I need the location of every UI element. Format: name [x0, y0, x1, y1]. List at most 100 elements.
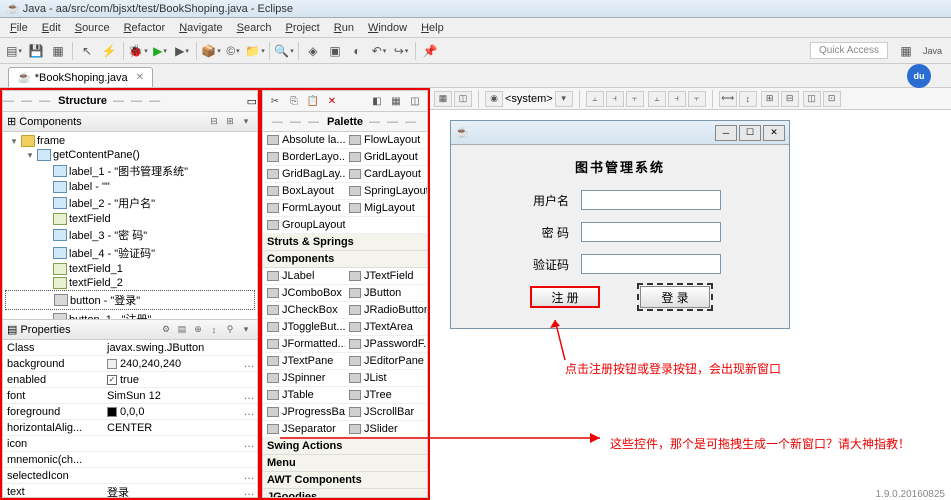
tree-item[interactable]: button - "登录" [5, 290, 255, 310]
quick-access[interactable]: Quick Access [810, 42, 888, 59]
center-h-icon[interactable]: ◫ [803, 91, 821, 107]
palette-category[interactable]: Menu [263, 455, 427, 472]
minimize-icon[interactable]: ─ [715, 125, 737, 141]
menu-run[interactable]: Run [328, 20, 360, 36]
baidu-icon[interactable]: du [907, 64, 931, 88]
menu-navigate[interactable]: Navigate [173, 20, 228, 36]
palette-item[interactable]: JTextArea [345, 319, 427, 336]
palette-item[interactable]: JToggleBut... [263, 319, 345, 336]
maximize-icon[interactable]: ☐ [739, 125, 761, 141]
palette-list[interactable]: Absolute la...FlowLayoutBorderLayo...Gri… [262, 132, 428, 498]
property-row[interactable]: icon… [3, 436, 257, 452]
tb-icon-1[interactable]: ◈ [303, 41, 323, 61]
tb-icon-5[interactable]: ↪ [391, 41, 411, 61]
pass-input[interactable] [581, 222, 721, 242]
register-button[interactable]: 注 册 [530, 286, 600, 308]
palette-item[interactable]: JTable [263, 387, 345, 404]
property-row[interactable]: foreground0,0,0… [3, 404, 257, 420]
palette-item[interactable]: JTree [345, 387, 427, 404]
wand-icon[interactable]: ⚡ [99, 41, 119, 61]
palette-item[interactable]: JCheckBox [263, 302, 345, 319]
t1-icon[interactable]: ◧ [369, 93, 385, 109]
tree-item[interactable]: ▾frame [5, 134, 255, 148]
component-tree[interactable]: ▾frame▾getContentPane()label_1 - "图书管理系统… [2, 132, 258, 320]
palette-item[interactable]: JEditorPane [345, 353, 427, 370]
tb-icon-4[interactable]: ↶ [369, 41, 389, 61]
p2-icon[interactable]: ▤ [175, 323, 189, 337]
property-row[interactable]: text登录… [3, 484, 257, 498]
palette-category[interactable]: JGoodies [263, 489, 427, 498]
tree-item[interactable]: label_1 - "图书管理系统" [5, 162, 255, 180]
new-pkg-button[interactable]: 📦 [201, 41, 221, 61]
editor-tab[interactable]: ☕ *BookShoping.java ✕ [8, 67, 153, 87]
p4-icon[interactable]: ↕ [207, 323, 221, 337]
menu-edit[interactable]: Edit [36, 20, 67, 36]
palette-item[interactable] [345, 217, 427, 234]
min-icon[interactable]: ▭ [247, 95, 257, 108]
menu-search[interactable]: Search [231, 20, 278, 36]
ct-sys-icon[interactable]: ◉ [485, 91, 503, 107]
align-t-icon[interactable]: ⫠ [648, 91, 666, 107]
login-button[interactable]: 登 录 [640, 286, 710, 308]
property-row[interactable]: background240,240,240… [3, 356, 257, 372]
palette-item[interactable]: GridLayout [345, 149, 427, 166]
palette-item[interactable]: JScrollBar [345, 404, 427, 421]
tb-icon-2[interactable]: ▣ [325, 41, 345, 61]
palette-item[interactable]: JComboBox [263, 285, 345, 302]
new-button[interactable]: ▤ [4, 41, 24, 61]
property-row[interactable]: horizontalAlig...CENTER [3, 420, 257, 436]
palette-item[interactable]: JTextField [345, 268, 427, 285]
tree-item[interactable]: textField_1 [5, 262, 255, 276]
paste-icon[interactable]: 📋 [305, 93, 321, 109]
cut-icon[interactable]: ✂ [267, 93, 283, 109]
property-row[interactable]: Classjavax.swing.JButton [3, 340, 257, 356]
new-folder-button[interactable]: 📁 [245, 41, 265, 61]
menu-project[interactable]: Project [280, 20, 326, 36]
design-canvas[interactable]: ☕ ─ ☐ ✕ 图书管理系统 用户名 密 码 验证码 注 册 登 录 [430, 110, 951, 500]
palette-item[interactable]: SpringLayout [345, 183, 427, 200]
tree-item[interactable]: label_4 - "验证码" [5, 244, 255, 262]
close-icon[interactable]: ✕ [763, 125, 785, 141]
captcha-input[interactable] [581, 254, 721, 274]
palette-item[interactable]: CardLayout [345, 166, 427, 183]
expand-icon[interactable]: ⊟ [207, 115, 221, 129]
save-button[interactable]: 💾 [26, 41, 46, 61]
menu-source[interactable]: Source [69, 20, 116, 36]
run-button[interactable]: ▶ [150, 41, 170, 61]
run-ext-button[interactable]: ▶ [172, 41, 192, 61]
align-r-icon[interactable]: ⫟ [626, 91, 644, 107]
palette-item[interactable]: BoxLayout [263, 183, 345, 200]
delete-icon[interactable]: ✕ [324, 93, 340, 109]
t2-icon[interactable]: ▦ [388, 93, 404, 109]
user-input[interactable] [581, 190, 721, 210]
same-w-icon[interactable]: ⟷ [719, 91, 737, 107]
palette-item[interactable]: FormLayout [263, 200, 345, 217]
menu-help[interactable]: Help [415, 20, 450, 36]
property-row[interactable]: selectedIcon… [3, 468, 257, 484]
center-v-icon[interactable]: ⊡ [823, 91, 841, 107]
tb-icon-3[interactable]: ◐ [347, 41, 367, 61]
align-b-icon[interactable]: ⫟ [688, 91, 706, 107]
palette-item[interactable]: JSpinner [263, 370, 345, 387]
palette-item[interactable]: JProgressBar [263, 404, 345, 421]
tree-item[interactable]: label_3 - "密 码" [5, 226, 255, 244]
menu-file[interactable]: File [4, 20, 34, 36]
jframe-preview[interactable]: ☕ ─ ☐ ✕ 图书管理系统 用户名 密 码 验证码 注 册 登 录 [450, 120, 790, 329]
tree-item[interactable]: label_2 - "用户名" [5, 194, 255, 212]
property-row[interactable]: enabled✓true [3, 372, 257, 388]
space-h-icon[interactable]: ⊞ [761, 91, 779, 107]
p3-icon[interactable]: ⊕ [191, 323, 205, 337]
close-icon[interactable]: ✕ [136, 72, 144, 83]
p5-icon[interactable]: ⚲ [223, 323, 237, 337]
palette-item[interactable]: JTextPane [263, 353, 345, 370]
property-row[interactable]: fontSimSun 12… [3, 388, 257, 404]
same-h-icon[interactable]: ↕ [739, 91, 757, 107]
palette-item[interactable]: FlowLayout [345, 132, 427, 149]
palette-item[interactable]: MigLayout [345, 200, 427, 217]
palette-category[interactable]: AWT Components [263, 472, 427, 489]
ct2-icon[interactable]: ◫ [454, 91, 472, 107]
palette-item[interactable]: JList [345, 370, 427, 387]
menu-window[interactable]: Window [362, 20, 413, 36]
t3-icon[interactable]: ◫ [407, 93, 423, 109]
palette-category[interactable]: Swing Actions [263, 438, 427, 455]
